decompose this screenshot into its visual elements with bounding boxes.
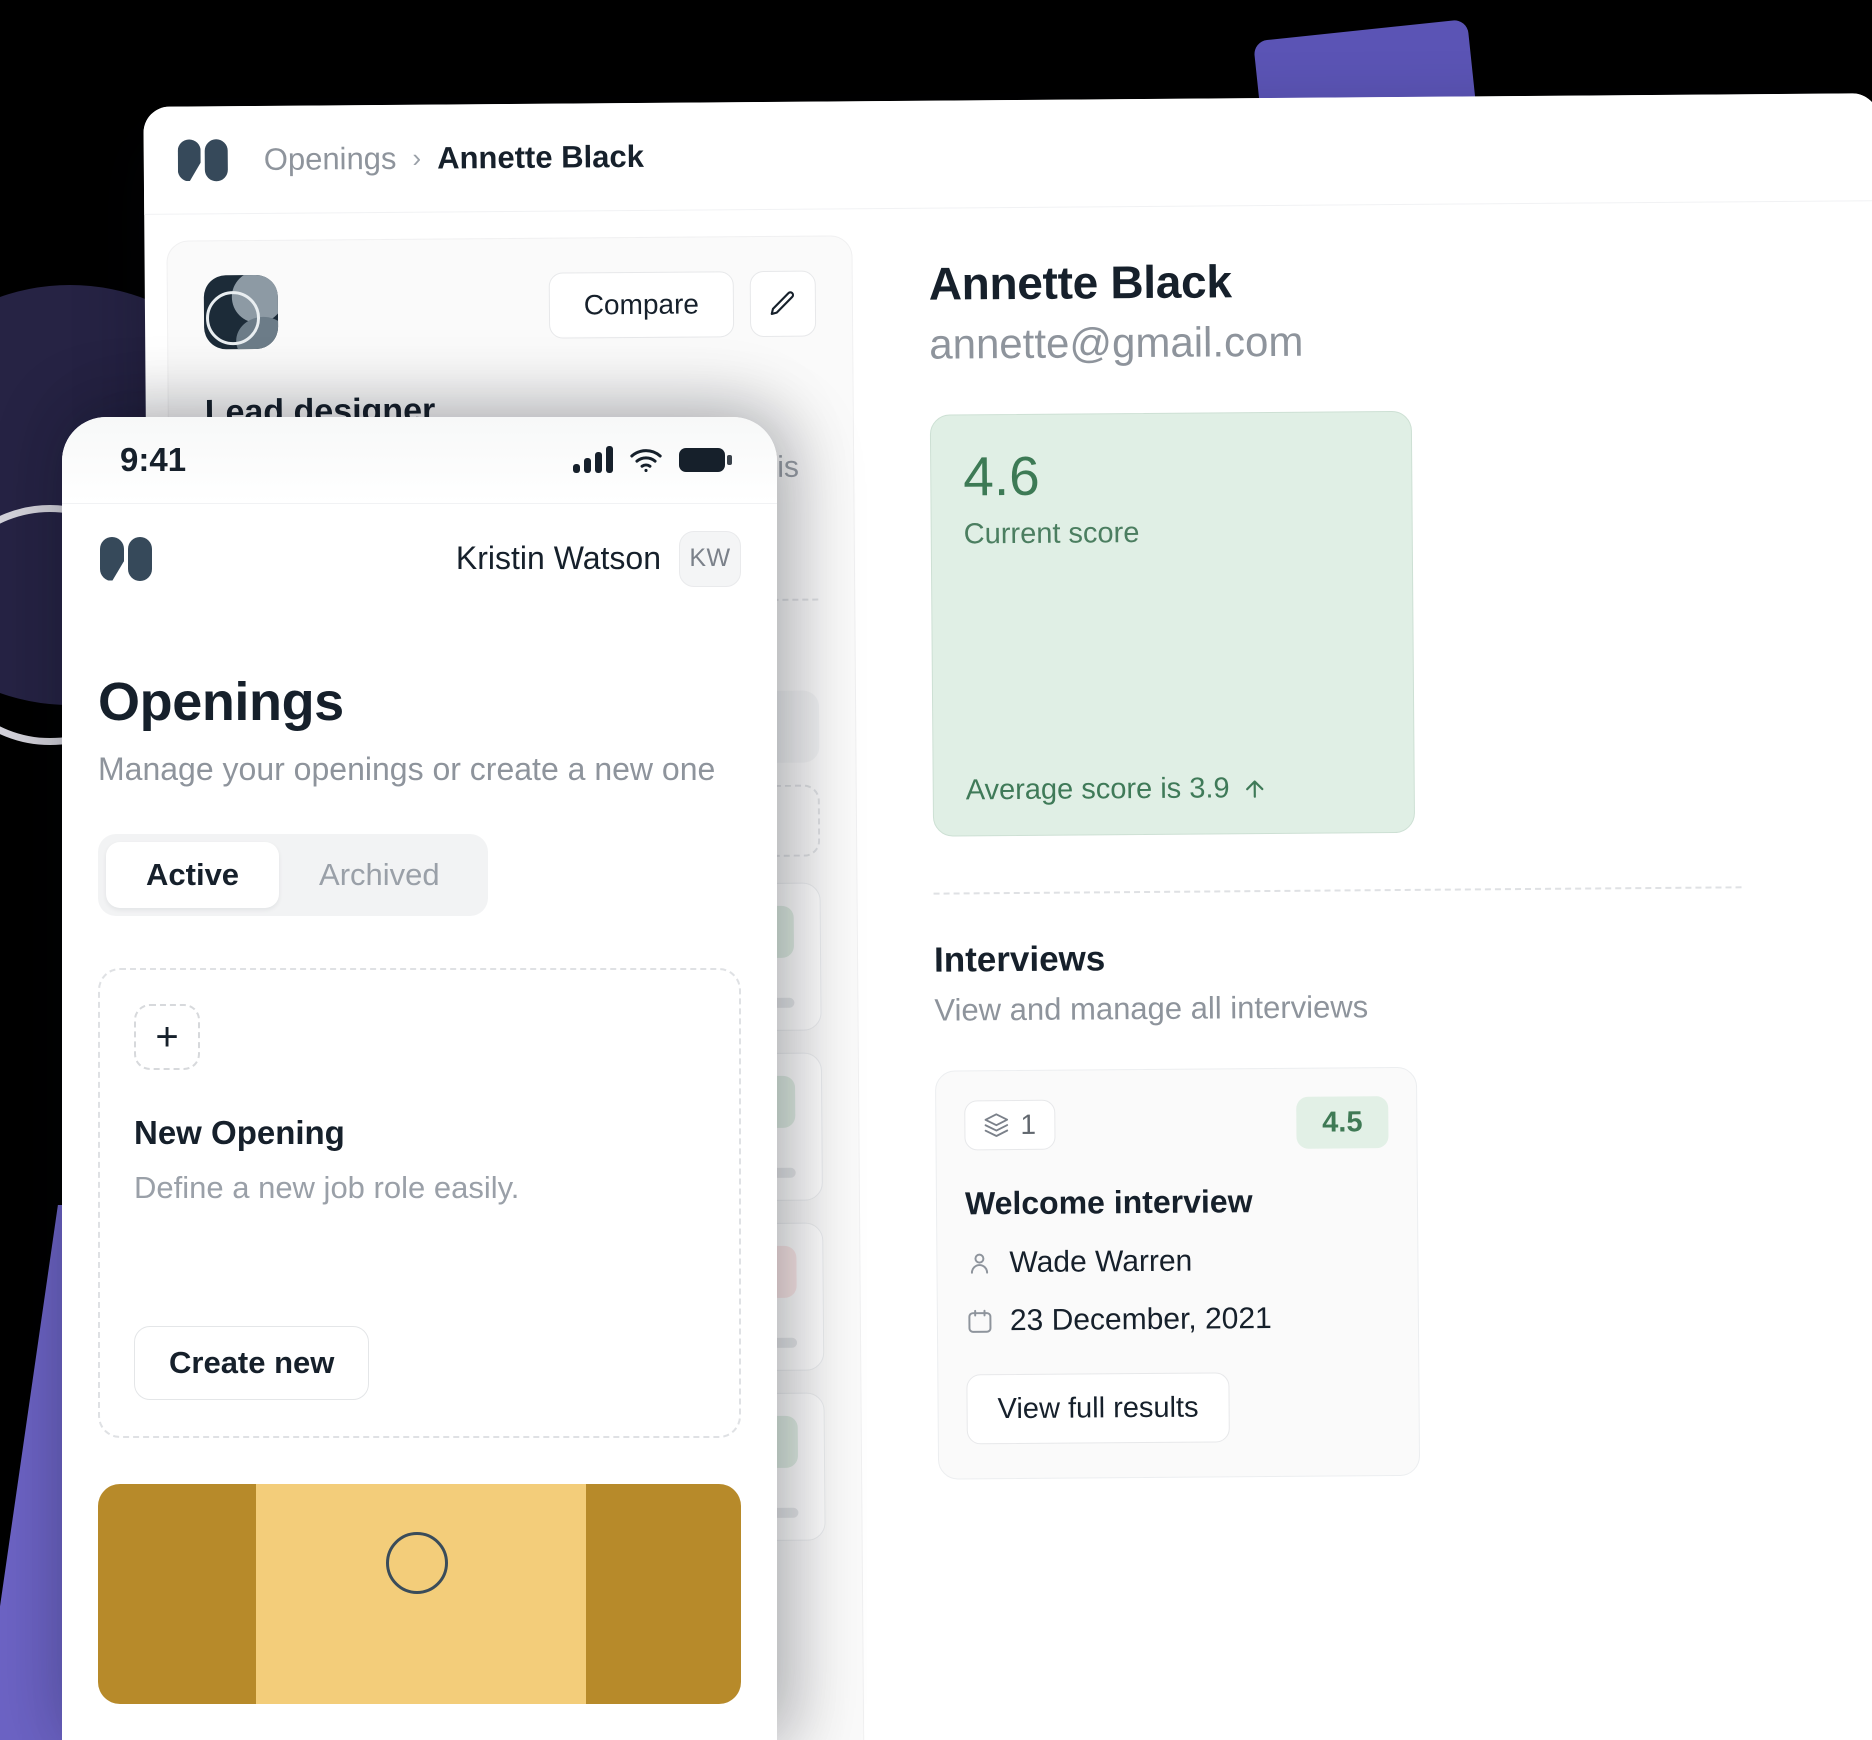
mobile-app-overlay: 9:41 Kristin Watson KW Openings Manage y…	[62, 417, 777, 1740]
edit-button[interactable]	[749, 270, 817, 338]
current-score-value: 4.6	[963, 444, 1040, 508]
opening-card-header: Compare	[203, 270, 817, 350]
interview-card[interactable]: 1 4.5 Welcome interview Wade Warren 23 D…	[934, 1066, 1421, 1480]
plus-icon[interactable]: +	[134, 1004, 200, 1070]
interviews-subtitle: View and manage all interviews	[934, 989, 1369, 1028]
new-opening-title: New Opening	[134, 1114, 345, 1151]
tab-archived[interactable]: Archived	[279, 842, 480, 908]
user-icon	[970, 1253, 989, 1274]
interview-card-header: 1 4.5	[964, 1096, 1389, 1151]
calendar-icon	[968, 1309, 992, 1333]
page-title: Annette Black	[928, 255, 1232, 310]
mobile-page-subtitle: Manage your openings or create a new one	[98, 751, 716, 787]
battery-full-icon	[679, 448, 732, 472]
new-opening-card: + New Opening Define a new job role easi…	[98, 968, 741, 1438]
chevron-right-icon: ›	[412, 142, 422, 173]
pencil-icon	[770, 291, 795, 315]
view-full-results-button[interactable]: View full results	[966, 1372, 1230, 1445]
mobile-header: Kristin Watson KW	[62, 503, 777, 613]
interviewer-name: Wade Warren	[1009, 1244, 1193, 1280]
gold-ring-icon	[386, 1532, 448, 1594]
app-topbar: Openings › Annette Black	[143, 93, 1872, 215]
interview-date: 23 December, 2021	[966, 1301, 1390, 1338]
current-score-card: 4.6 Current score Average score is 3.9	[929, 410, 1416, 837]
user-menu[interactable]: Kristin Watson KW	[455, 530, 741, 587]
interview-date-text: 23 December, 2021	[1009, 1302, 1272, 1338]
compare-button[interactable]: Compare	[548, 271, 735, 339]
screenshot-stage: Openings › Annette Black Compare Lead de…	[0, 0, 1872, 1740]
create-new-button[interactable]: Create new	[134, 1326, 370, 1400]
arrow-up-icon	[1245, 779, 1264, 798]
new-opening-description: Define a new job role easily.	[134, 1170, 520, 1205]
status-time: 9:41	[120, 441, 187, 478]
candidate-detail-column: Annette Black annette@gmail.com 4.6 Curr…	[874, 201, 1872, 1740]
interview-interviewer: Wade Warren	[965, 1243, 1389, 1280]
wifi-icon	[630, 449, 662, 473]
role-avatar	[203, 274, 279, 350]
mobile-content: Openings Manage your openings or create …	[62, 613, 777, 1704]
interview-score-badge: 4.5	[1296, 1096, 1389, 1149]
featured-opening-card[interactable]	[98, 1484, 741, 1704]
divider	[933, 886, 1742, 895]
layers-icon	[984, 1113, 1009, 1137]
average-score-row: Average score is 3.9	[966, 771, 1382, 807]
interview-name: Welcome interview	[964, 1183, 1253, 1222]
average-score-text: Average score is 3.9	[965, 772, 1230, 807]
status-indicators	[573, 446, 732, 473]
app-logo-icon[interactable]	[100, 536, 152, 581]
interviews-title: Interviews	[933, 939, 1106, 980]
mobile-page-title: Openings	[98, 672, 344, 732]
app-logo-icon[interactable]	[178, 138, 232, 181]
candidate-email: annette@gmail.com	[929, 317, 1304, 368]
interview-stage-count: 1	[1020, 1108, 1037, 1140]
avatar: KW	[679, 530, 741, 587]
breadcrumb-root[interactable]: Openings	[264, 140, 397, 177]
mobile-status-bar: 9:41	[62, 417, 777, 503]
opening-card-actions: Compare	[548, 270, 817, 339]
user-name: Kristin Watson	[455, 540, 661, 576]
tab-active[interactable]: Active	[106, 842, 280, 908]
cellular-signal-icon	[573, 446, 613, 473]
breadcrumb-current: Annette Black	[437, 138, 645, 176]
breadcrumb: Openings › Annette Black	[264, 138, 644, 177]
openings-tabs: Active Archived	[98, 834, 488, 916]
current-score-caption: Current score	[963, 517, 1140, 551]
interview-stage-chip: 1	[964, 1099, 1056, 1151]
gold-highlight	[256, 1484, 586, 1704]
